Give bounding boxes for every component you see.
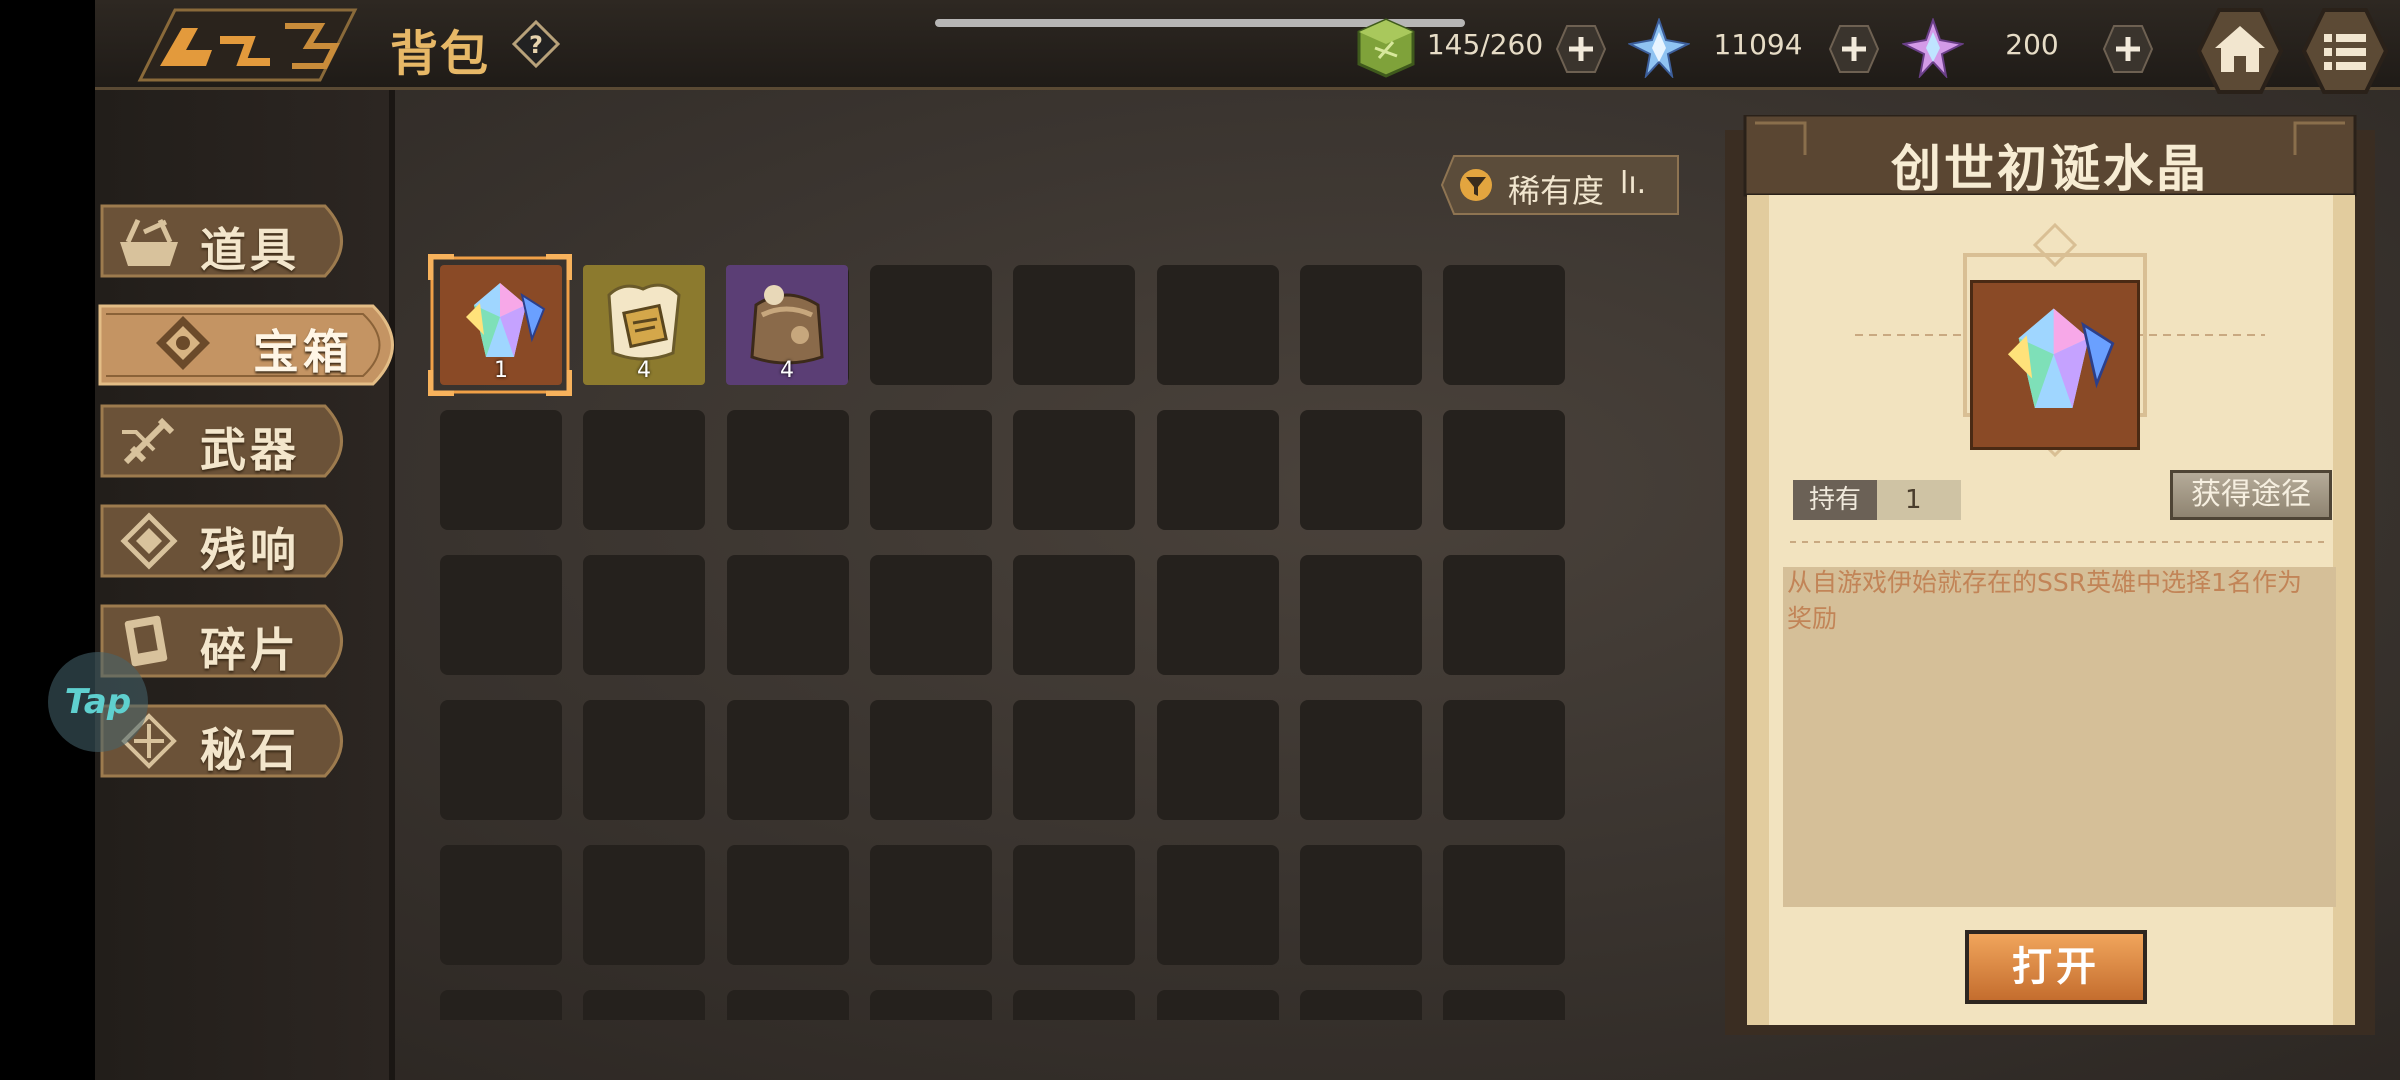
inventory-slot[interactable] — [1443, 410, 1565, 530]
item-count: 4 — [637, 358, 651, 383]
inventory-item-genesis-crystal[interactable]: 1 — [440, 265, 562, 385]
inventory-slot[interactable] — [440, 990, 562, 1020]
inventory-slot[interactable] — [1443, 265, 1565, 385]
inventory-slot[interactable] — [1013, 700, 1135, 820]
tap-floating-button[interactable]: Tap — [48, 652, 148, 752]
resource-stamina: 145/260 — [1355, 18, 1615, 78]
inventory-slot[interactable] — [440, 555, 562, 675]
inventory-slot[interactable] — [727, 990, 849, 1020]
sword-icon — [122, 417, 175, 465]
add-crystal-button[interactable] — [1828, 24, 1880, 74]
inventory-slot[interactable] — [1013, 845, 1135, 965]
inventory-slot[interactable] — [1300, 700, 1422, 820]
tab-echoes[interactable]: 残响 — [100, 500, 362, 582]
echo-icon — [120, 512, 178, 570]
tab-chests[interactable]: 宝箱 — [98, 302, 414, 388]
tab-label: 残响 — [200, 523, 300, 577]
inventory-slot[interactable] — [870, 990, 992, 1020]
inventory-slot[interactable] — [1443, 700, 1565, 820]
inventory-slot[interactable] — [1300, 265, 1422, 385]
add-premium-crystal-button[interactable] — [2102, 24, 2154, 74]
home-icon[interactable] — [2195, 6, 2285, 96]
inventory-slot[interactable] — [870, 845, 992, 965]
inventory-slot[interactable] — [440, 845, 562, 965]
inventory-item-leather-pack[interactable]: 4 — [726, 265, 848, 385]
crystal-value: 11094 — [1713, 28, 1803, 61]
page-title: 背包 — [390, 26, 491, 82]
tab-label: 碎片 — [200, 623, 300, 677]
inventory-slot[interactable] — [1300, 845, 1422, 965]
inventory-slot[interactable] — [1300, 410, 1422, 530]
inventory-slot[interactable] — [440, 700, 562, 820]
inventory-slot[interactable] — [1443, 990, 1565, 1020]
inventory-slot[interactable] — [1157, 265, 1279, 385]
tab-label: 道具 — [200, 223, 300, 277]
hold-value: 1 — [1877, 480, 1961, 520]
genesis-crystal-icon — [2007, 308, 2115, 409]
tab-label: 武器 — [200, 423, 300, 477]
rarity-filter-button[interactable]: 稀有度 lı. — [1440, 154, 1680, 216]
inventory-slot[interactable] — [870, 410, 992, 530]
inventory-slot[interactable] — [1013, 990, 1135, 1020]
add-stamina-button[interactable] — [1555, 24, 1607, 74]
filter-label: 稀有度 — [1508, 172, 1605, 210]
game-logo-icon — [137, 8, 358, 82]
inventory-slot[interactable] — [1157, 845, 1279, 965]
inventory-slot[interactable] — [583, 410, 705, 530]
item-detail-panel: 创世初诞水晶 持有 1 获得途径 从自游戏伊始就存在的SSR英雄中选择1名作为奖… — [1725, 115, 2375, 1035]
green-cube-icon — [1357, 18, 1415, 78]
open-button[interactable]: 打开 — [1965, 930, 2147, 1004]
detail-item-image — [1970, 280, 2140, 450]
svg-text:?: ? — [529, 31, 543, 59]
inventory-slot[interactable] — [727, 845, 849, 965]
sort-order-icon: lı. — [1620, 166, 1647, 201]
inventory-slot[interactable] — [870, 700, 992, 820]
hold-label: 持有 — [1793, 480, 1877, 520]
pink-crystal-icon — [1902, 18, 1964, 78]
resource-premium-crystal: 200 — [1902, 18, 2162, 78]
inventory-slot[interactable] — [1157, 990, 1279, 1020]
detail-title: 创世初诞水晶 — [1891, 140, 2209, 198]
tab-fragments[interactable]: 碎片 — [100, 600, 362, 682]
inventory-slot[interactable] — [1157, 555, 1279, 675]
basket-icon — [120, 218, 178, 266]
inventory-slot[interactable] — [1013, 265, 1135, 385]
inventory-slot[interactable] — [440, 410, 562, 530]
inventory-slot[interactable] — [583, 990, 705, 1020]
inventory-slot[interactable] — [583, 845, 705, 965]
inventory-slot[interactable] — [870, 265, 992, 385]
inventory-slot[interactable] — [583, 555, 705, 675]
inventory-slot[interactable] — [1157, 700, 1279, 820]
inventory-item-golden-scroll-box[interactable]: 4 — [583, 265, 705, 385]
tab-label: 宝箱 — [253, 325, 353, 379]
question-diamond-icon[interactable]: ? — [512, 20, 560, 68]
item-count: 4 — [780, 358, 794, 383]
inventory-slot[interactable] — [1157, 410, 1279, 530]
inventory-slot[interactable] — [1013, 410, 1135, 530]
stamina-value: 145/260 — [1426, 28, 1544, 61]
inventory-slot[interactable] — [727, 555, 849, 675]
inventory-slot[interactable] — [1443, 845, 1565, 965]
acquisition-source-button[interactable]: 获得途径 — [2170, 470, 2332, 520]
tab-weapons[interactable]: 武器 — [100, 400, 362, 482]
item-count: 1 — [494, 358, 508, 383]
tab-items[interactable]: 道具 — [100, 200, 362, 282]
inventory-slot[interactable] — [1300, 990, 1422, 1020]
tab-label: 秘石 — [200, 723, 300, 777]
blue-crystal-icon — [1628, 18, 1690, 78]
item-description: 从自游戏伊始就存在的SSR英雄中选择1名作为奖励 — [1787, 568, 2303, 633]
filter-funnel-icon — [1460, 169, 1492, 201]
inventory-slot[interactable] — [1443, 555, 1565, 675]
inventory-slot[interactable] — [1013, 555, 1135, 675]
inventory-slot[interactable] — [1300, 555, 1422, 675]
menu-icon[interactable] — [2300, 6, 2390, 96]
inventory-slot[interactable] — [583, 700, 705, 820]
inventory-slot[interactable] — [870, 555, 992, 675]
resource-crystal: 11094 — [1628, 18, 1888, 78]
chest-emblem-icon — [156, 316, 210, 370]
inventory-slot[interactable] — [727, 700, 849, 820]
premium-crystal-value: 200 — [2005, 28, 2059, 61]
inventory-slot[interactable] — [727, 410, 849, 530]
